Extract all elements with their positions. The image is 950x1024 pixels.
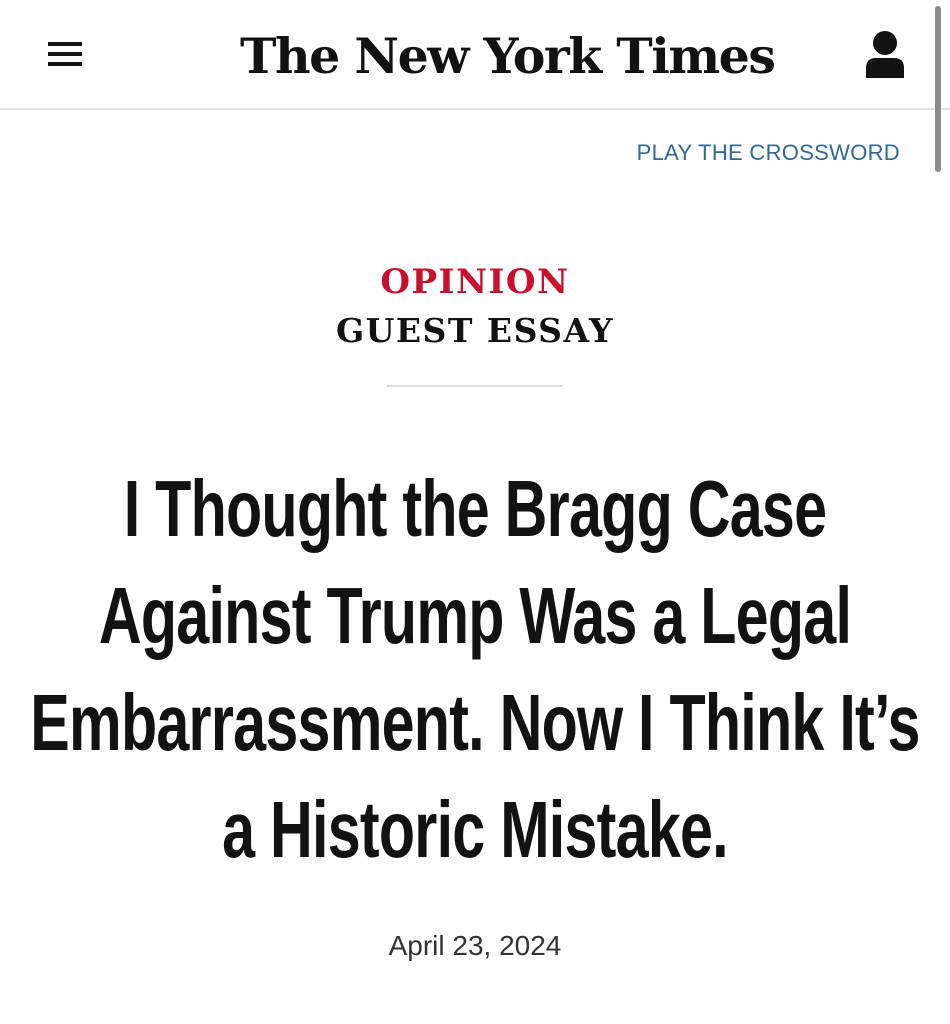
article-date: April 23, 2024: [388, 930, 562, 961]
section-label-opinion[interactable]: OPINION: [0, 262, 950, 302]
hamburger-menu-icon[interactable]: [48, 40, 84, 68]
headline-text: I Thought the Bragg Case Against Trump W…: [30, 464, 920, 874]
article-headline: I Thought the Bragg Case Against Trump W…: [30, 455, 920, 883]
site-header: The New York Times: [0, 0, 950, 110]
article-kicker: GUEST ESSAY: [335, 311, 615, 350]
divider: [387, 385, 563, 387]
user-account-icon[interactable]: [864, 30, 906, 80]
scrollbar[interactable]: [935, 6, 941, 172]
play-crossword-link[interactable]: PLAY THE CROSSWORD: [637, 140, 900, 166]
nyt-logo[interactable]: The New York Times: [240, 16, 776, 96]
